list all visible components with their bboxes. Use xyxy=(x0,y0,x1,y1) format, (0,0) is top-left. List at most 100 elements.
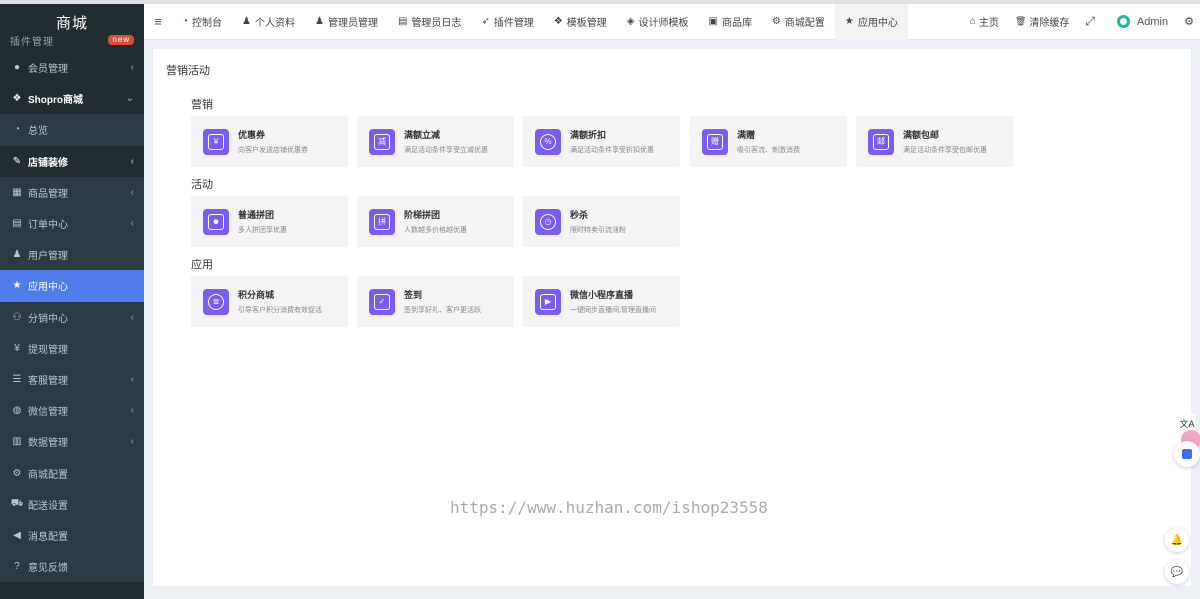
app-card[interactable]: ≣ 积分商城 引导客户积分消费有效促活 xyxy=(191,276,348,327)
tab-label: 商品库 xyxy=(721,18,752,29)
card-icon-glyph: ☻ xyxy=(208,213,224,230)
sidebar-item-15[interactable]: ◀ 消息配置 xyxy=(0,519,144,551)
app-card[interactable]: ☻ 普通拼团 多人拼团享优惠 xyxy=(191,196,348,247)
sidebar-item-7[interactable]: ★ 应用中心 xyxy=(0,270,144,302)
clear-cache-button[interactable]: 🗑 清除缓存 xyxy=(1007,14,1077,29)
sidebar-item-plugins-clipped[interactable]: 插件管理 new xyxy=(0,34,144,48)
sidebar-item-10[interactable]: ☰ 客服管理 ‹ xyxy=(0,363,144,396)
card-icon-glyph: ▶ xyxy=(540,293,556,310)
sidebar-item-label: 消息配置 xyxy=(28,531,68,543)
card-description: 满足活动条件享受立减优惠 xyxy=(404,147,488,154)
cubes-icon: ❖ xyxy=(553,16,563,27)
card-title: 签到 xyxy=(404,290,423,300)
goods-icon: ▦ xyxy=(12,186,22,198)
dashboard-icon: ◔ xyxy=(182,16,189,27)
sidebar-item-14[interactable]: ⛟ 配送设置 xyxy=(0,488,144,520)
tab-2[interactable]: ♟ 管理员管理 xyxy=(305,4,388,40)
watermark-text: https://www.huzhan.com/ishop23558 xyxy=(450,498,768,517)
app-card[interactable]: ✓ 签到 签到享好礼、客户更活跃 xyxy=(357,276,514,327)
sidebar-item-0[interactable]: ● 会员管理 ‹ xyxy=(0,52,144,83)
cogs-icon: ⚙ xyxy=(771,16,781,27)
card-icon-glyph: % xyxy=(540,133,556,150)
menu-toggle-icon[interactable]: ≡ xyxy=(144,14,172,29)
tab-4[interactable]: ➶ 插件管理 xyxy=(471,4,543,40)
dashboard-icon: ◔ xyxy=(13,124,21,136)
sidebar-item-label: 配送设置 xyxy=(28,500,68,512)
sidebar-item-1[interactable]: ❖ Shopro商城 ⌄ xyxy=(0,83,144,114)
tab-6[interactable]: ◈ 设计师模板 xyxy=(617,4,699,40)
app-card[interactable]: 减满额立减 满足活动条件享受立减优惠 xyxy=(357,116,514,167)
app-logo[interactable]: 商城 插件管理 new xyxy=(0,4,144,48)
gears-icon: ⚙ xyxy=(1184,16,1194,28)
app-card[interactable]: ▶ 微信小程序直播 一键同步直播间,管理直播间 xyxy=(523,276,680,327)
card-title: 微信小程序直播 xyxy=(570,290,634,300)
discount-minus-icon: 减 xyxy=(369,128,395,155)
card-text: 普通拼团 多人拼团享优惠 xyxy=(238,208,287,235)
live-stream-icon: ▶ xyxy=(535,288,561,315)
home-link[interactable]: ⌂ 主页 xyxy=(962,14,1007,29)
notification-bell-icon[interactable]: 🔔 xyxy=(1165,528,1189,552)
sidebar-item-6[interactable]: ♟ 用户管理 xyxy=(0,239,144,271)
sidebar-item-4[interactable]: ▦ 商品管理 ‹ xyxy=(0,176,144,208)
sidebar-item-13[interactable]: ⚙ 商城配置 xyxy=(0,457,144,489)
user-circle-icon: ● xyxy=(13,62,21,74)
home-label: 主页 xyxy=(978,18,999,29)
sidebar-item-2[interactable]: ◔ 总览 xyxy=(0,114,144,146)
shopping-bag-icon: ▣ xyxy=(708,16,718,27)
app-title: 商城 xyxy=(55,14,88,32)
tab-label: 设计师模板 xyxy=(638,18,689,29)
app-card[interactable]: 邮满额包邮 满足活动条件享受包邮优惠 xyxy=(856,116,1013,167)
tab-5[interactable]: ❖ 模板管理 xyxy=(544,4,617,40)
tab-8[interactable]: ⚙ 商城配置 xyxy=(762,4,835,40)
sidebar-item-12[interactable]: ▥ 数据管理 ‹ xyxy=(0,426,144,458)
app-card[interactable]: ◷ 秒杀 限时特卖引流涨粉 xyxy=(523,196,680,247)
card-text: 签到签到享好礼、客户更活跃 xyxy=(404,288,481,315)
tab-7[interactable]: ▣ 商品库 xyxy=(699,4,762,40)
card-text: 满额折扣 满足活动条件享受折扣优惠 xyxy=(570,128,654,155)
navbar-right: ⌂ 主页 🗑 清除缓存 ⤢ Admin ⚙ xyxy=(962,4,1200,40)
chevron-left-icon: ‹ xyxy=(130,405,134,417)
sidebar-item-5[interactable]: ▤ 订单中心 ‹ xyxy=(0,207,144,240)
card-title: 满赠 xyxy=(737,130,756,140)
home-icon: ⌂ xyxy=(969,16,976,27)
admin-user-menu[interactable]: Admin xyxy=(1103,15,1176,28)
app-card[interactable]: 拼阶梯拼团 人数越多价格越优惠 xyxy=(357,196,514,247)
tab-0[interactable]: ◔ 控制台 xyxy=(172,4,232,40)
chevron-down-icon: ⌄ xyxy=(125,93,134,105)
sidebar-item-label: 分销中心 xyxy=(28,313,68,325)
tab-9[interactable]: ★ 应用中心 xyxy=(834,3,908,40)
card-title: 积分商城 xyxy=(238,290,275,300)
tab-label: 个人资料 xyxy=(255,18,296,29)
card-description: 限时特卖引流涨粉 xyxy=(570,227,626,234)
float-app-icon[interactable] xyxy=(1174,441,1200,467)
app-card[interactable]: 赠满赠 吸引客流、刺激消费 xyxy=(690,116,847,167)
sidebar-item-3[interactable]: ✎ 店铺装修 ‹ xyxy=(0,146,144,177)
sidebar-item-8[interactable]: ⚇ 分销中心 ‹ xyxy=(0,301,144,333)
app-card[interactable]: % 满额折扣 满足活动条件享受折扣优惠 xyxy=(523,116,680,167)
sidebar-item-label: 订单中心 xyxy=(28,220,68,232)
admin-name: Admin xyxy=(1136,15,1169,28)
list-icon: ☰ xyxy=(12,373,22,385)
sidebar-item-label: 商城配置 xyxy=(28,469,68,481)
tab-1[interactable]: ♟ 个人资料 xyxy=(232,4,305,40)
app-card[interactable]: ¥ 优惠券 向客户发送店铺优惠券 xyxy=(191,116,348,167)
sidebar-item-11[interactable]: ◍ 微信管理 ‹ xyxy=(0,395,144,427)
coupon-icon: ¥ xyxy=(203,128,229,155)
tab-3[interactable]: ▤ 管理员日志 xyxy=(388,4,471,40)
list-alt-icon: ▤ xyxy=(397,16,408,27)
card-description: 签到享好礼、客户更活跃 xyxy=(404,307,481,314)
control-sidebar-button[interactable]: ⚙ xyxy=(1176,15,1200,28)
cogs-icon: ⚙ xyxy=(12,467,22,479)
fullscreen-button[interactable]: ⤢ xyxy=(1077,14,1103,29)
chat-bubble-icon[interactable]: 💬 xyxy=(1165,560,1189,584)
sidebar-item-9[interactable]: ¥ 提现管理 xyxy=(0,332,144,364)
sidebar-item-16[interactable]: ? 意见反馈 xyxy=(0,551,144,583)
question-circle-icon: ? xyxy=(14,561,20,573)
user-icon: ♟ xyxy=(242,16,252,27)
section-title: 活动 xyxy=(191,179,213,191)
card-text: 阶梯拼团 人数越多价格越优惠 xyxy=(404,208,467,235)
sidebar-item-label: 微信管理 xyxy=(28,407,68,419)
alarm-clock-icon: ◷ xyxy=(535,208,561,235)
nav-tabs: ◔ 控制台 ♟ 个人资料 ♟ 管理员管理 ▤ 管理员日志 ➶ 插件管理 ❖ 模板管理 ◈ 设计师模板 ▣ 商品… xyxy=(172,3,908,40)
card-text: 满额包邮 满足活动条件享受包邮优惠 xyxy=(903,128,987,155)
